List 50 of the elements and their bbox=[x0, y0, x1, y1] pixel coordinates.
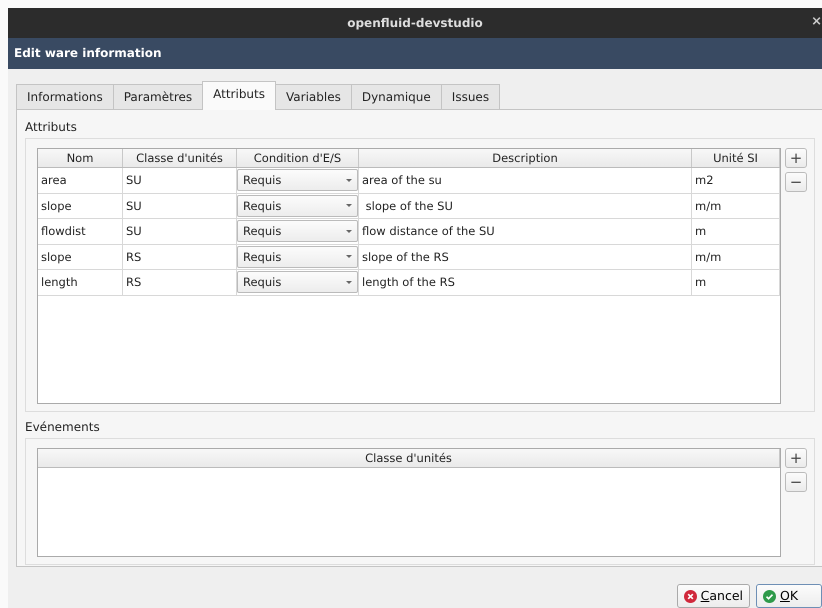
remove-button[interactable]: − bbox=[785, 172, 807, 192]
column-header[interactable]: Classe d'unités bbox=[38, 449, 780, 468]
table-cell: m2 bbox=[692, 168, 780, 193]
tab[interactable]: Dynamique bbox=[350, 84, 442, 110]
add-button[interactable]: + bbox=[785, 148, 807, 168]
table-cell: slope bbox=[38, 244, 123, 270]
close-button[interactable]: × bbox=[811, 15, 822, 28]
column-header[interactable]: Unité SI bbox=[692, 149, 780, 168]
dropdown[interactable]: Requis bbox=[237, 194, 358, 217]
table-cell: slope of the SU bbox=[359, 194, 692, 218]
ok-button[interactable]: OK bbox=[756, 584, 822, 608]
dropdown[interactable]: Requis bbox=[237, 169, 358, 192]
table-cell: flowdist bbox=[38, 219, 123, 244]
table-cell: area bbox=[38, 168, 123, 193]
tab[interactable]: Informations bbox=[16, 84, 114, 110]
dropdown[interactable]: Requis bbox=[237, 246, 358, 268]
caret-icon bbox=[346, 204, 352, 208]
dropdown[interactable]: Requis bbox=[237, 220, 358, 242]
checkmark-icon bbox=[763, 590, 776, 602]
remove-button[interactable]: − bbox=[785, 472, 807, 492]
table-cell: m bbox=[692, 219, 780, 244]
dropdown[interactable]: Requis bbox=[237, 271, 358, 294]
table-cell: m/m bbox=[692, 194, 780, 218]
caret-icon bbox=[346, 230, 352, 233]
caret-icon bbox=[346, 178, 352, 182]
table-cell: length of the RS bbox=[359, 270, 692, 295]
cancel-button[interactable]: Cancel bbox=[676, 584, 750, 608]
table-cell: m/m bbox=[692, 244, 780, 270]
table-cell: area of the su bbox=[359, 168, 692, 193]
tab[interactable]: Issues bbox=[440, 84, 500, 110]
dialog-title: Edit ware information bbox=[14, 45, 162, 62]
tab[interactable]: Paramètres bbox=[112, 84, 204, 110]
table-cell: m bbox=[692, 270, 780, 295]
column-header[interactable]: Description bbox=[359, 149, 692, 168]
table-cell: length bbox=[38, 270, 123, 295]
caret-icon bbox=[346, 255, 352, 258]
table-cell: flow distance of the SU bbox=[359, 219, 692, 244]
caret-icon bbox=[346, 280, 352, 284]
group-label: Attributs bbox=[25, 119, 78, 136]
column-header[interactable]: Condition d'E/S bbox=[237, 149, 359, 168]
close-icon bbox=[684, 590, 697, 602]
group-label: Evénements bbox=[25, 419, 101, 436]
tab[interactable]: Variables bbox=[275, 84, 352, 110]
table-cell: slope bbox=[38, 194, 123, 218]
column-header[interactable]: Classe d'unités bbox=[123, 149, 237, 168]
window-title: openfluid-devstudio bbox=[347, 14, 483, 32]
add-button[interactable]: + bbox=[785, 448, 807, 468]
tab[interactable]: Attributs bbox=[202, 81, 276, 110]
column-header[interactable]: Nom bbox=[38, 149, 123, 168]
table-cell: slope of the RS bbox=[359, 244, 692, 270]
